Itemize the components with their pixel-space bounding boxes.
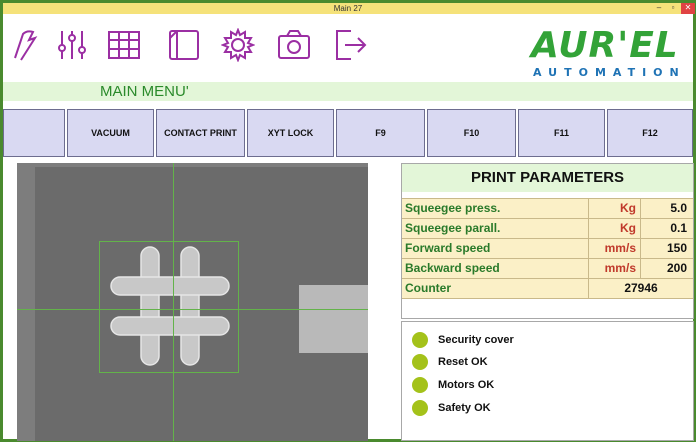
window-tool-button[interactable] (167, 28, 201, 62)
param-unit: mm/s (588, 239, 640, 258)
param-unit: Kg (588, 199, 640, 218)
function-key-bar: VACUUM CONTACT PRINT XYT LOCK F9 F10 F11… (3, 109, 693, 159)
print-parameters-panel: PRINT PARAMETERS Squeegee press. Kg 5.0 … (401, 163, 694, 319)
status-label: Motors OK (438, 379, 495, 391)
vacuum-button[interactable]: VACUUM (67, 109, 154, 157)
param-value[interactable]: 5.0 (640, 199, 693, 218)
menu-title: MAIN MENU' (100, 83, 189, 100)
title-bar: Main 27 – ▫ ✕ (3, 3, 695, 14)
param-row-squeegee-parall[interactable]: Squeegee parall. Kg 0.1 (402, 218, 693, 238)
logo-wordmark: AUR'EL (531, 25, 679, 66)
crosshair-horizontal (17, 309, 368, 310)
status-led-icon (412, 354, 428, 370)
param-row-backward-speed[interactable]: Backward speed mm/s 200 (402, 258, 693, 278)
brand-logo: AUR'EL AUTOMATION (527, 26, 695, 82)
param-value[interactable]: 0.1 (640, 219, 693, 238)
stroke-tool-button[interactable] (9, 28, 43, 62)
status-label: Reset OK (438, 356, 488, 368)
sliders-tool-button[interactable] (55, 28, 89, 62)
stroke-icon (14, 30, 38, 61)
counter-label: Counter (405, 281, 451, 295)
param-value[interactable]: 200 (640, 259, 693, 278)
param-name: Backward speed (405, 261, 500, 275)
param-name: Forward speed (405, 241, 491, 255)
param-value[interactable]: 150 (640, 239, 693, 258)
f9-button[interactable]: F9 (336, 109, 425, 157)
main-window: Main 27 – ▫ ✕ AUR'EL AUTOMATION MAIN MEN… (0, 0, 696, 442)
camera-roi-box (99, 241, 239, 373)
param-name: Squeegee parall. (405, 221, 501, 235)
param-row-counter: Counter 27946 (402, 278, 693, 299)
gear-icon (221, 28, 255, 62)
status-led-icon (412, 332, 428, 348)
status-led-icon (412, 377, 428, 393)
xyt-lock-button[interactable]: XYT LOCK (247, 109, 334, 157)
param-unit: mm/s (588, 259, 640, 278)
status-panel: Security cover Reset OK Motors OK Safety… (401, 321, 694, 441)
counter-value: 27946 (588, 279, 693, 298)
exit-tool-button[interactable] (333, 28, 367, 62)
maximize-button[interactable]: ▫ (667, 3, 679, 14)
settings-tool-button[interactable] (221, 28, 255, 62)
window-icon (169, 30, 199, 60)
f10-button[interactable]: F10 (427, 109, 516, 157)
fkey-blank-button[interactable] (3, 109, 65, 157)
exit-icon (336, 30, 367, 60)
logo-subtitle: AUTOMATION (533, 66, 686, 79)
crosshair-vertical (173, 163, 174, 441)
table-tool-button[interactable] (107, 28, 141, 62)
param-row-forward-speed[interactable]: Forward speed mm/s 150 (402, 238, 693, 258)
status-label: Safety OK (438, 402, 491, 414)
grid-icon (108, 31, 140, 59)
toolbar: AUR'EL AUTOMATION (3, 14, 693, 82)
minimize-button[interactable]: – (653, 3, 665, 14)
param-unit: Kg (588, 219, 640, 238)
status-label: Security cover (438, 334, 514, 346)
f12-button[interactable]: F12 (607, 109, 693, 157)
window-title: Main 27 (333, 4, 363, 13)
camera-view[interactable] (17, 163, 368, 441)
close-button[interactable]: ✕ (681, 3, 695, 14)
menu-header: MAIN MENU' (3, 82, 693, 101)
param-row-squeegee-press[interactable]: Squeegee press. Kg 5.0 (402, 198, 693, 218)
print-parameters-title: PRINT PARAMETERS (402, 164, 693, 192)
sliders-icon (58, 31, 86, 59)
contact-print-button[interactable]: CONTACT PRINT (156, 109, 245, 157)
param-name: Squeegee press. (405, 201, 501, 215)
camera-icon (278, 30, 310, 59)
f11-button[interactable]: F11 (518, 109, 605, 157)
camera-tool-button[interactable] (277, 28, 311, 62)
status-led-icon (412, 400, 428, 416)
camera-fiducial-tab (299, 285, 368, 353)
